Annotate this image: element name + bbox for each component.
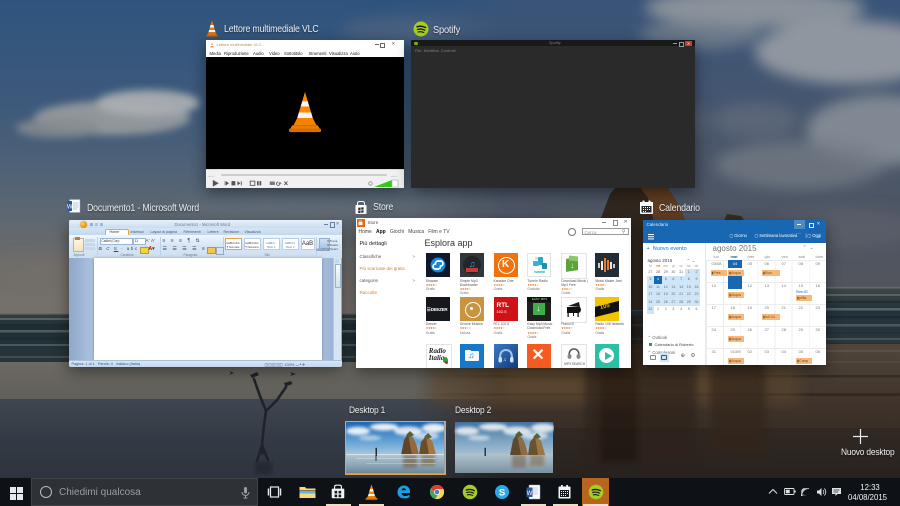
svg-text:W: W <box>527 491 533 497</box>
svg-text:W: W <box>67 205 73 211</box>
svg-text:S: S <box>499 487 505 498</box>
svg-text:♫: ♫ <box>503 357 506 362</box>
